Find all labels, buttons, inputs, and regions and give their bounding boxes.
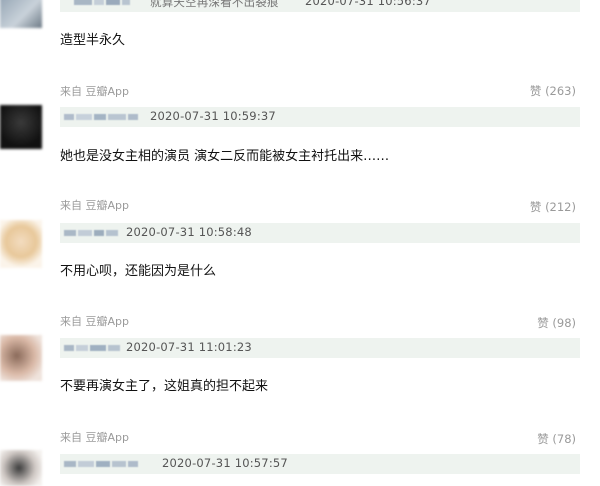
comment-feed: 就算天空再深看不出裂痕 2020-07-31 10:56:37 造型半永久 来自… [0, 0, 600, 486]
comment-timestamp: 2020-07-31 10:59:37 [150, 109, 276, 123]
username[interactable] [64, 342, 120, 354]
comment-meta-bar: 2020-07-31 10:57:57 [60, 454, 580, 474]
avatar[interactable] [0, 450, 42, 486]
like-label: 赞 [529, 84, 542, 98]
like-label: 赞 [529, 200, 542, 214]
comment-meta-bar: 就算天空再深看不出裂痕 2020-07-31 10:56:37 [60, 0, 580, 12]
username-hint: 就算天空再深看不出裂痕 [150, 0, 279, 9]
comment-text: 她也是没女主相的演员 演女二反而能被女主衬托出来…… [60, 149, 390, 164]
username[interactable] [74, 0, 130, 8]
comment-text: 造型半永久 [60, 33, 126, 48]
like-button[interactable]: 赞 (78) [537, 431, 576, 447]
avatar[interactable] [0, 0, 42, 28]
comment-meta-bar: 2020-07-31 10:59:37 [60, 107, 580, 127]
comment-text: 不用心呗，还能因为是什么 [60, 264, 217, 279]
comment-timestamp: 2020-07-31 10:58:48 [126, 225, 252, 239]
comment-source: 来自 豆瓣App [60, 431, 129, 444]
comment-meta-bar: 2020-07-31 11:01:23 [60, 338, 580, 358]
username[interactable] [64, 458, 138, 470]
comment-meta-bar: 2020-07-31 10:58:48 [60, 223, 580, 243]
like-button[interactable]: 赞 (212) [530, 199, 576, 215]
comment-text: 不要再演女主了，这姐真的担不起来 [60, 379, 269, 394]
avatar[interactable] [0, 335, 42, 381]
avatar[interactable] [0, 220, 42, 268]
comment-timestamp: 2020-07-31 10:56:37 [305, 0, 431, 8]
username[interactable] [64, 111, 138, 123]
like-button[interactable]: 赞 (263) [530, 83, 576, 99]
comment-source: 来自 豆瓣App [60, 85, 129, 98]
like-label: 赞 [537, 432, 549, 446]
comment-source: 来自 豆瓣App [60, 199, 129, 212]
like-count: (263) [545, 84, 576, 98]
like-button[interactable]: 赞 (98) [537, 315, 576, 331]
username[interactable] [64, 227, 118, 239]
avatar[interactable] [0, 105, 42, 149]
comment-timestamp: 2020-07-31 11:01:23 [126, 340, 252, 354]
like-count: (212) [545, 200, 576, 214]
comment-timestamp: 2020-07-31 10:57:57 [162, 456, 288, 470]
comment-source: 来自 豆瓣App [60, 315, 129, 328]
like-label: 赞 [537, 316, 549, 330]
like-count: (98) [552, 316, 576, 330]
like-count: (78) [552, 432, 576, 446]
